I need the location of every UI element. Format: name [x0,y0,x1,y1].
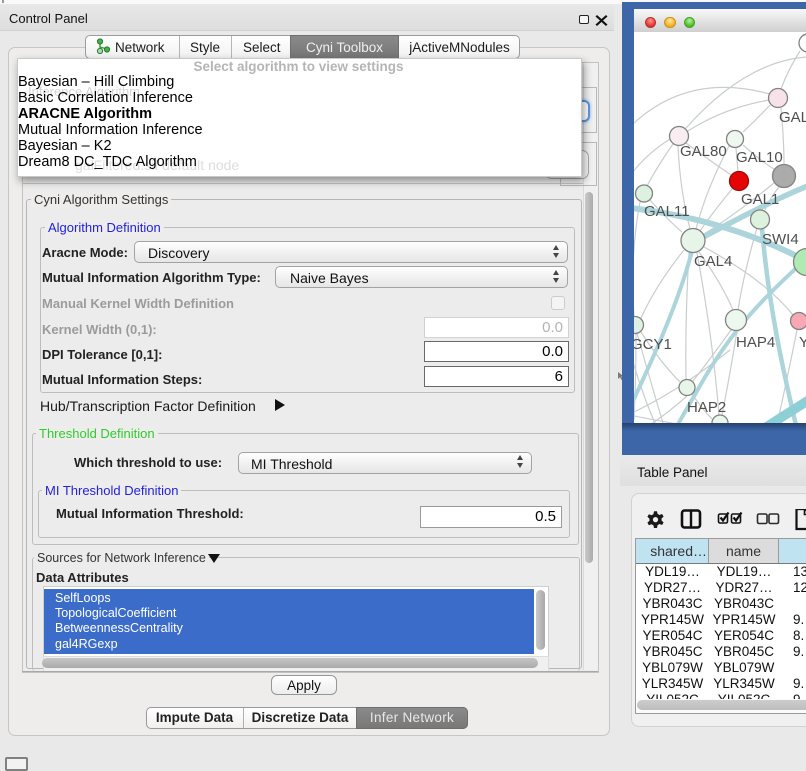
svg-text:GAL11: GAL11 [644,203,690,220]
svg-text:GAL10: GAL10 [736,149,783,166]
svg-text:HAP2: HAP2 [687,399,726,416]
svg-text:GAL4: GAL4 [694,253,732,270]
svg-text:GAL80: GAL80 [680,143,727,160]
svg-text:GAL: GAL [779,109,806,126]
svg-text:HAP4: HAP4 [736,334,775,351]
svg-text:Y: Y [799,334,806,351]
svg-text:GCY1: GCY1 [634,336,672,353]
svg-text:SWI4: SWI4 [762,231,799,248]
svg-text:GAL1: GAL1 [741,191,779,208]
